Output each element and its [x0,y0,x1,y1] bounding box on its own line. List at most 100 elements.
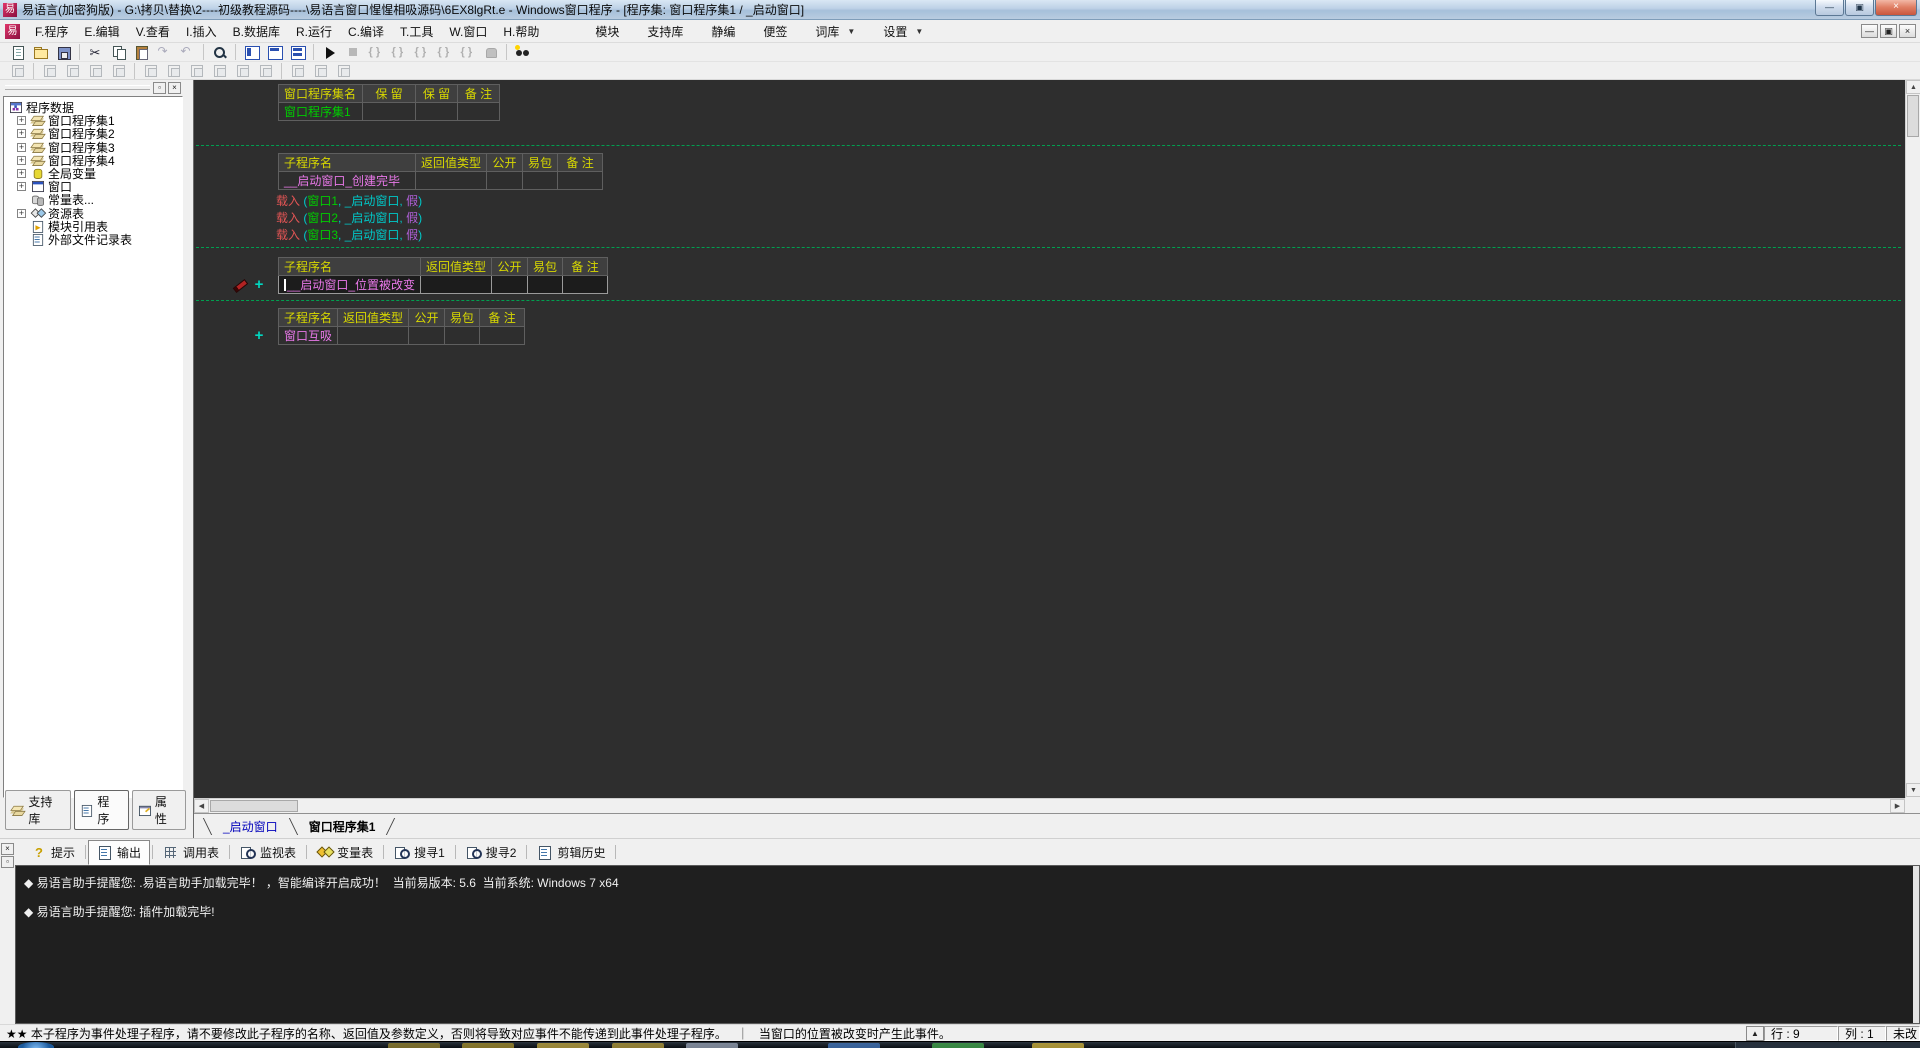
taskbar-item[interactable] [1032,1043,1084,1048]
output-scrollbar[interactable] [1913,866,1919,1023]
output-float-button[interactable]: ▫ [1,856,14,868]
stop-button[interactable] [341,43,364,61]
view-split-button[interactable] [286,43,309,61]
table-cell[interactable] [562,275,609,294]
table-cell[interactable] [420,275,493,294]
table-cell[interactable] [408,326,446,345]
dbg-2-button[interactable] [387,43,410,61]
menu-item-6[interactable]: C.编译 [340,20,392,43]
find-button[interactable] [208,43,231,61]
scroll-up-icon[interactable]: ▲ [1906,80,1920,94]
editor-tab-1[interactable]: 窗口程序集1 [297,818,388,835]
menu-item-5[interactable]: R.运行 [288,20,340,43]
redo-button[interactable] [153,43,176,61]
code-line-1[interactable]: 载入 (窗口2, _启动窗口, 假) [276,209,422,226]
menu-item-3[interactable]: I.插入 [178,20,225,43]
menu-item-4[interactable]: B.数据库 [225,20,288,43]
editor-hscrollbar[interactable]: ◀ ▶ [194,798,1905,813]
expand-icon[interactable]: + [17,116,26,126]
cut-button[interactable] [84,43,107,61]
panel-tab-5[interactable]: 搜寻1 [386,841,453,864]
dbg-1-button[interactable] [364,43,387,61]
table-cell[interactable] [479,326,526,345]
minimize-button[interactable]: — [1815,0,1844,16]
copy-button[interactable] [107,43,130,61]
expand-icon[interactable]: + [17,155,26,165]
view-code-button[interactable] [240,43,263,61]
table-cell[interactable] [522,171,559,190]
menu-item-9[interactable]: H.帮助 [495,20,547,43]
taskbar-tray[interactable] [1735,1042,1920,1048]
taskbar-item[interactable] [388,1043,440,1048]
sidebar-tab-0[interactable]: 支持库 [5,790,72,830]
al-5-button[interactable] [107,62,130,80]
menu-item-8[interactable]: W.窗口 [441,20,495,43]
code-line-2[interactable]: 载入 (窗口3, _启动窗口, 假) [276,226,422,243]
menu-tool-5[interactable]: 设置 ▼ [869,20,937,43]
al-8-button[interactable] [185,62,208,80]
table-cell[interactable]: __启动窗口_位置被改变 [277,275,422,294]
output-close-button[interactable]: × [1,843,14,855]
panel-tab-0[interactable]: 提示 [23,841,83,864]
add-row-icon[interactable]: + [253,277,265,292]
expand-icon[interactable]: + [17,129,26,139]
assist-button[interactable] [511,43,534,61]
code-line-0[interactable]: 载入 (窗口1, _启动窗口, 假) [276,192,422,209]
tree-item-6[interactable]: 常量表... [8,193,182,207]
taskbar-item[interactable] [612,1043,664,1048]
menu-tool-2[interactable]: 静编 [697,20,749,43]
taskbar-item[interactable] [537,1043,589,1048]
mdi-restore-button[interactable]: ▣ [1880,24,1897,38]
add-row-icon[interactable]: + [253,328,265,343]
al-13-button[interactable] [309,62,332,80]
mdi-child-icon[interactable]: 易 [5,23,20,39]
panel-tab-6[interactable]: 搜寻2 [458,841,525,864]
open-button[interactable] [29,43,52,61]
panel-grip[interactable]: ▫ × [0,80,186,96]
table-cell[interactable] [527,275,564,294]
status-scroll-up-button[interactable]: ▲ [1746,1025,1764,1041]
scroll-right-icon[interactable]: ▶ [1890,799,1905,813]
panel-tab-3[interactable]: 监视表 [232,841,304,864]
dbg-4-button[interactable] [433,43,456,61]
run-button[interactable] [318,43,341,61]
menu-tool-3[interactable]: 便签 [749,20,801,43]
tree-item-9[interactable]: 外部文件记录表 [8,233,182,247]
dbg-5-button[interactable] [456,43,479,61]
taskbar-item[interactable] [686,1043,738,1048]
taskbar-item[interactable] [828,1043,880,1048]
new-button[interactable] [6,43,29,61]
table-cell[interactable] [414,171,488,190]
table-cell[interactable] [486,171,524,190]
paste-button[interactable] [130,43,153,61]
al-11-button[interactable] [254,62,277,80]
scroll-left-icon[interactable]: ◀ [194,799,209,813]
tree-item-4[interactable]: + 全局变量 [8,167,182,181]
panel-tab-2[interactable]: 调用表 [155,841,227,864]
menu-item-0[interactable]: F.程序 [27,20,76,43]
taskbar-item[interactable] [462,1043,514,1048]
hand-button[interactable] [479,43,502,61]
menu-tool-4[interactable]: 词库 ▼ [801,20,869,43]
editor-canvas[interactable]: + + 窗口程序集名保 留保 留备 注窗口程序集1 子程序名 返回值类型 公开 易包备 … [194,80,1905,798]
undo-button[interactable] [176,43,199,61]
menu-item-2[interactable]: V.查看 [128,20,178,43]
al-1-button[interactable] [6,62,29,80]
panel-tab-4[interactable]: 变量表 [309,841,381,864]
table-cell[interactable]: 窗口程序集1 [278,102,363,121]
panel-tab-1[interactable]: 输出 [88,839,151,865]
save-button[interactable] [52,43,75,61]
sidebar-tab-1[interactable]: 程序 [74,790,129,830]
view-form-button[interactable] [263,43,286,61]
menu-item-1[interactable]: E.编辑 [76,20,127,43]
al-6-button[interactable] [139,62,162,80]
windows-taskbar[interactable] [0,1041,1920,1048]
expand-icon[interactable]: + [17,142,26,152]
table-cell[interactable] [415,102,458,121]
tree-item-5[interactable]: + 窗口 [8,180,182,194]
al-2-button[interactable] [38,62,61,80]
table-cell[interactable] [457,102,500,121]
menu-tool-0[interactable]: 模块 [581,20,633,43]
scrollbar-thumb[interactable] [210,800,298,812]
al-10-button[interactable] [231,62,254,80]
